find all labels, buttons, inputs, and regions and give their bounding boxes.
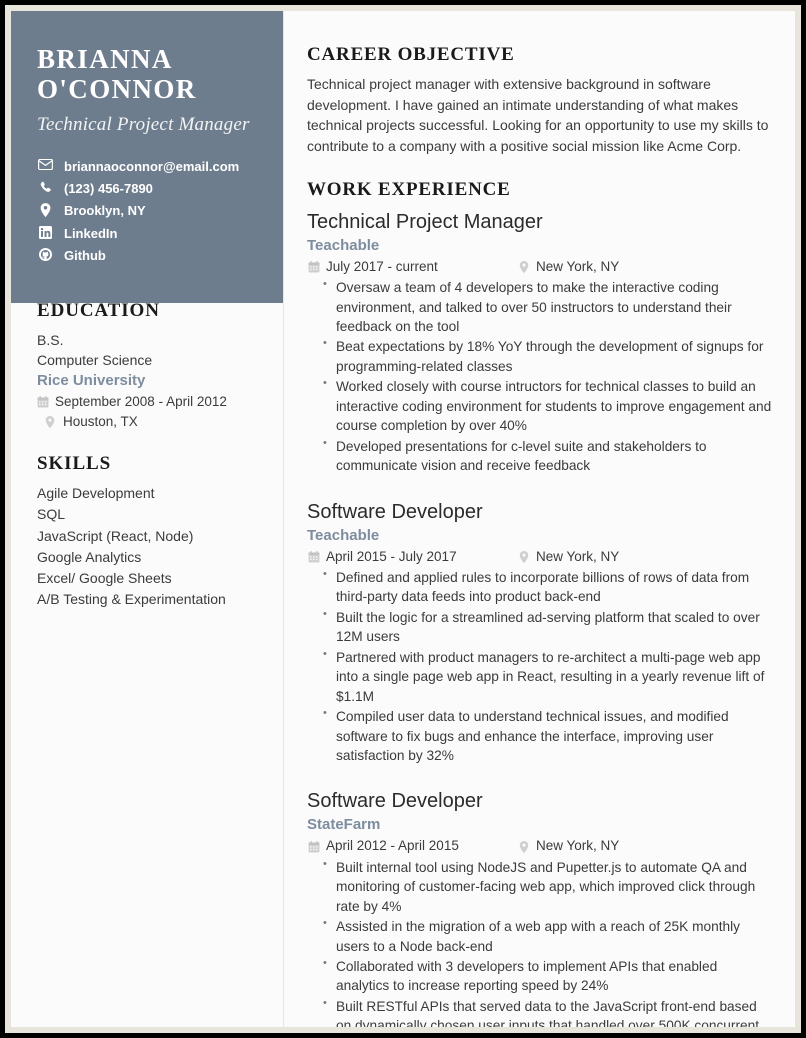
spacer-between-jobs <box>307 766 773 788</box>
job-dates: July 2017 - current <box>326 258 438 274</box>
job-bullet: Built the logic for a streamlined ad-ser… <box>307 607 773 647</box>
job-location: New York, NY <box>536 838 620 854</box>
skill-item: Agile Development <box>37 485 155 502</box>
skills-section: SKILLS Agile Development SQL JavaScript … <box>37 453 261 611</box>
sidebar-content: BRIANNA O'CONNOR Technical Project Manag… <box>11 11 283 611</box>
job-title: Technical Project Manager <box>307 210 543 233</box>
github-icon <box>37 248 54 262</box>
skill-item: Google Analytics <box>37 548 142 565</box>
job-entry: Software Developer Teachable April 2015 … <box>307 499 773 766</box>
spacer-after-contacts <box>37 270 261 300</box>
work-experience-heading: WORK EXPERIENCE <box>307 178 511 200</box>
contact-item-location: Brooklyn, NY <box>37 202 261 219</box>
skill-item: Excel/ Google Sheets <box>37 570 172 587</box>
skills-heading: SKILLS <box>37 453 112 475</box>
education-location-row: Houston, TX <box>37 412 261 432</box>
skill-item: JavaScript (React, Node) <box>37 527 194 544</box>
spacer-after-objective <box>307 157 773 179</box>
job-meta: July 2017 - current New York, NY <box>307 257 773 277</box>
job-title: Software Developer <box>307 500 483 523</box>
calendar-icon <box>307 840 320 853</box>
job-bullet: Developed presentations for c-level suit… <box>307 436 773 476</box>
job-entry: Technical Project Manager Teachable July… <box>307 209 773 476</box>
resume-page: BRIANNA O'CONNOR Technical Project Manag… <box>11 11 795 1027</box>
career-objective-section: CAREER OBJECTIVE Technical project manag… <box>307 44 773 157</box>
education-school: Rice University <box>37 372 146 390</box>
job-bullet: Beat expectations by 18% YoY through the… <box>307 336 773 376</box>
education-degree: B.S. <box>37 331 64 348</box>
job-entry: Software Developer StateFarm April 2012 … <box>307 788 773 1027</box>
map-pin-icon <box>517 261 530 273</box>
contact-item-email[interactable]: briannaoconnor@email.com <box>37 158 261 175</box>
job-bullet: Oversaw a team of 4 developers to make t… <box>307 277 773 336</box>
education-entry: B.S. Computer Science Rice University Se… <box>37 330 261 431</box>
spacer-after-education <box>37 431 261 453</box>
job-meta: April 2012 - April 2015 New York, NY <box>307 836 773 856</box>
career-objective-text: Technical project manager with extensive… <box>307 76 769 155</box>
main-column: CAREER OBJECTIVE Technical project manag… <box>284 11 795 1027</box>
contact-list: briannaoconnor@email.com (123) 456-7890 … <box>37 158 261 265</box>
candidate-role: Technical Project Manager <box>37 114 250 136</box>
spacer-between-jobs <box>307 477 773 499</box>
job-bullets: Defined and applied rules to incorporate… <box>307 567 773 766</box>
calendar-icon <box>307 261 320 273</box>
skill-item: A/B Testing & Experimentation <box>37 591 226 608</box>
career-objective-heading: CAREER OBJECTIVE <box>307 44 515 65</box>
job-dates: April 2012 - April 2015 <box>326 838 459 854</box>
calendar-icon <box>37 396 50 408</box>
job-dates: April 2015 - July 2017 <box>326 548 457 564</box>
job-location: New York, NY <box>536 548 620 564</box>
page-frame: BRIANNA O'CONNOR Technical Project Manag… <box>0 0 806 1038</box>
contact-location-text: Brooklyn, NY <box>64 203 146 219</box>
job-company: StateFarm <box>307 816 381 834</box>
contact-item-phone[interactable]: (123) 456-7890 <box>37 180 261 197</box>
education-major: Computer Science <box>37 351 153 368</box>
skills-list: Agile Development SQL JavaScript (React,… <box>37 483 261 611</box>
job-dates-cell: April 2015 - July 2017 <box>307 547 517 567</box>
skill-item: SQL <box>37 506 66 523</box>
contact-email-text: briannaoconnor@email.com <box>64 158 240 174</box>
contact-item-github[interactable]: Github <box>37 247 261 264</box>
job-bullet: Compiled user data to understand technic… <box>307 706 773 765</box>
job-location: New York, NY <box>536 258 620 274</box>
job-location-cell: New York, NY <box>517 257 619 277</box>
contact-phone-text: (123) 456-7890 <box>64 181 153 197</box>
job-dates-cell: April 2012 - April 2015 <box>307 836 517 856</box>
job-title: Software Developer <box>307 790 483 813</box>
job-location-cell: New York, NY <box>517 547 619 567</box>
sidebar: BRIANNA O'CONNOR Technical Project Manag… <box>11 11 283 1027</box>
map-pin-icon <box>517 550 530 563</box>
job-bullet: Built internal tool using NodeJS and Pup… <box>307 857 773 916</box>
work-experience-section: WORK EXPERIENCE Technical Project Manage… <box>307 179 773 1027</box>
job-bullet: Assisted in the migration of a web app w… <box>307 916 773 956</box>
map-pin-icon <box>45 415 58 428</box>
education-section: EDUCATION B.S. Computer Science Rice Uni… <box>37 300 261 431</box>
map-pin-icon <box>517 840 530 853</box>
contact-github-text: Github <box>64 248 106 264</box>
map-pin-icon <box>37 203 54 218</box>
contact-item-linkedin[interactable]: LinkedIn <box>37 225 261 242</box>
job-bullet: Worked closely with course intructors fo… <box>307 376 773 435</box>
phone-icon <box>37 181 54 194</box>
job-bullets: Oversaw a team of 4 developers to make t… <box>307 277 773 476</box>
job-bullets: Built internal tool using NodeJS and Pup… <box>307 857 773 1027</box>
education-heading: EDUCATION <box>37 299 160 321</box>
envelope-icon <box>37 158 54 170</box>
education-location: Houston, TX <box>63 413 138 429</box>
candidate-name: BRIANNA O'CONNOR <box>37 44 197 105</box>
job-bullet: Partnered with product managers to re-ar… <box>307 647 773 706</box>
job-bullet: Defined and applied rules to incorporate… <box>307 567 773 607</box>
job-meta: April 2015 - July 2017 New York, NY <box>307 547 773 567</box>
contact-linkedin-text: LinkedIn <box>64 225 118 241</box>
job-company: Teachable <box>307 526 380 544</box>
calendar-icon <box>307 550 320 563</box>
job-location-cell: New York, NY <box>517 836 619 856</box>
linkedin-icon <box>37 225 54 239</box>
job-dates-cell: July 2017 - current <box>307 257 517 277</box>
education-dates-row: September 2008 - April 2012 <box>37 392 261 412</box>
job-bullet: Collaborated with 3 developers to implem… <box>307 956 773 996</box>
job-company: Teachable <box>307 236 380 254</box>
job-bullet: Built RESTful APIs that served data to t… <box>307 996 773 1027</box>
education-dates: September 2008 - April 2012 <box>55 394 227 410</box>
